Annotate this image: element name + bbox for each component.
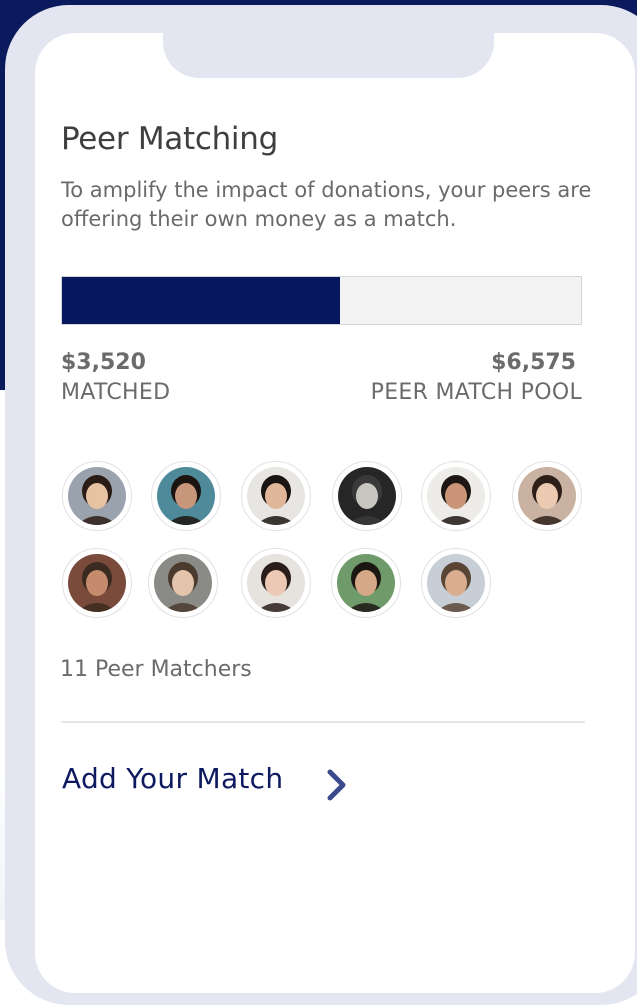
person-photo-11 <box>427 554 485 612</box>
peer-avatar[interactable] <box>148 548 218 618</box>
page-title: Peer Matching <box>61 121 278 157</box>
peer-matchers-count: 11 Peer Matchers <box>60 657 252 682</box>
peer-avatar[interactable] <box>241 548 311 618</box>
person-photo-9 <box>247 554 305 612</box>
person-photo-2 <box>157 467 215 525</box>
peer-avatar[interactable] <box>62 548 132 618</box>
add-your-match-link[interactable]: Add Your Match <box>62 762 283 795</box>
peer-avatar[interactable] <box>241 461 311 531</box>
pool-label: PEER MATCH POOL <box>370 380 582 405</box>
phone-notch <box>163 5 494 78</box>
peer-avatar[interactable] <box>421 461 491 531</box>
peer-avatar[interactable] <box>421 548 491 618</box>
peer-avatar[interactable] <box>331 548 401 618</box>
divider <box>61 721 585 723</box>
person-photo-6 <box>518 467 576 525</box>
peer-avatar[interactable] <box>512 461 582 531</box>
person-photo-7 <box>68 554 126 612</box>
chevron-right-icon[interactable] <box>326 768 348 802</box>
match-progress-fill <box>62 277 340 324</box>
person-photo-4 <box>338 467 396 525</box>
matched-amount: $3,520 <box>61 350 146 375</box>
person-photo-10 <box>337 554 395 612</box>
person-photo-1 <box>68 467 126 525</box>
peer-avatar[interactable] <box>62 461 132 531</box>
person-photo-5 <box>427 467 485 525</box>
peer-avatar[interactable] <box>151 461 221 531</box>
person-photo-8 <box>154 554 212 612</box>
page-description: To amplify the impact of donations, your… <box>61 178 592 231</box>
pool-amount: $6,575 <box>491 350 576 375</box>
person-photo-3 <box>247 467 305 525</box>
peer-avatar[interactable] <box>332 461 402 531</box>
match-progress-bar <box>61 276 582 325</box>
matched-label: MATCHED <box>61 380 171 405</box>
